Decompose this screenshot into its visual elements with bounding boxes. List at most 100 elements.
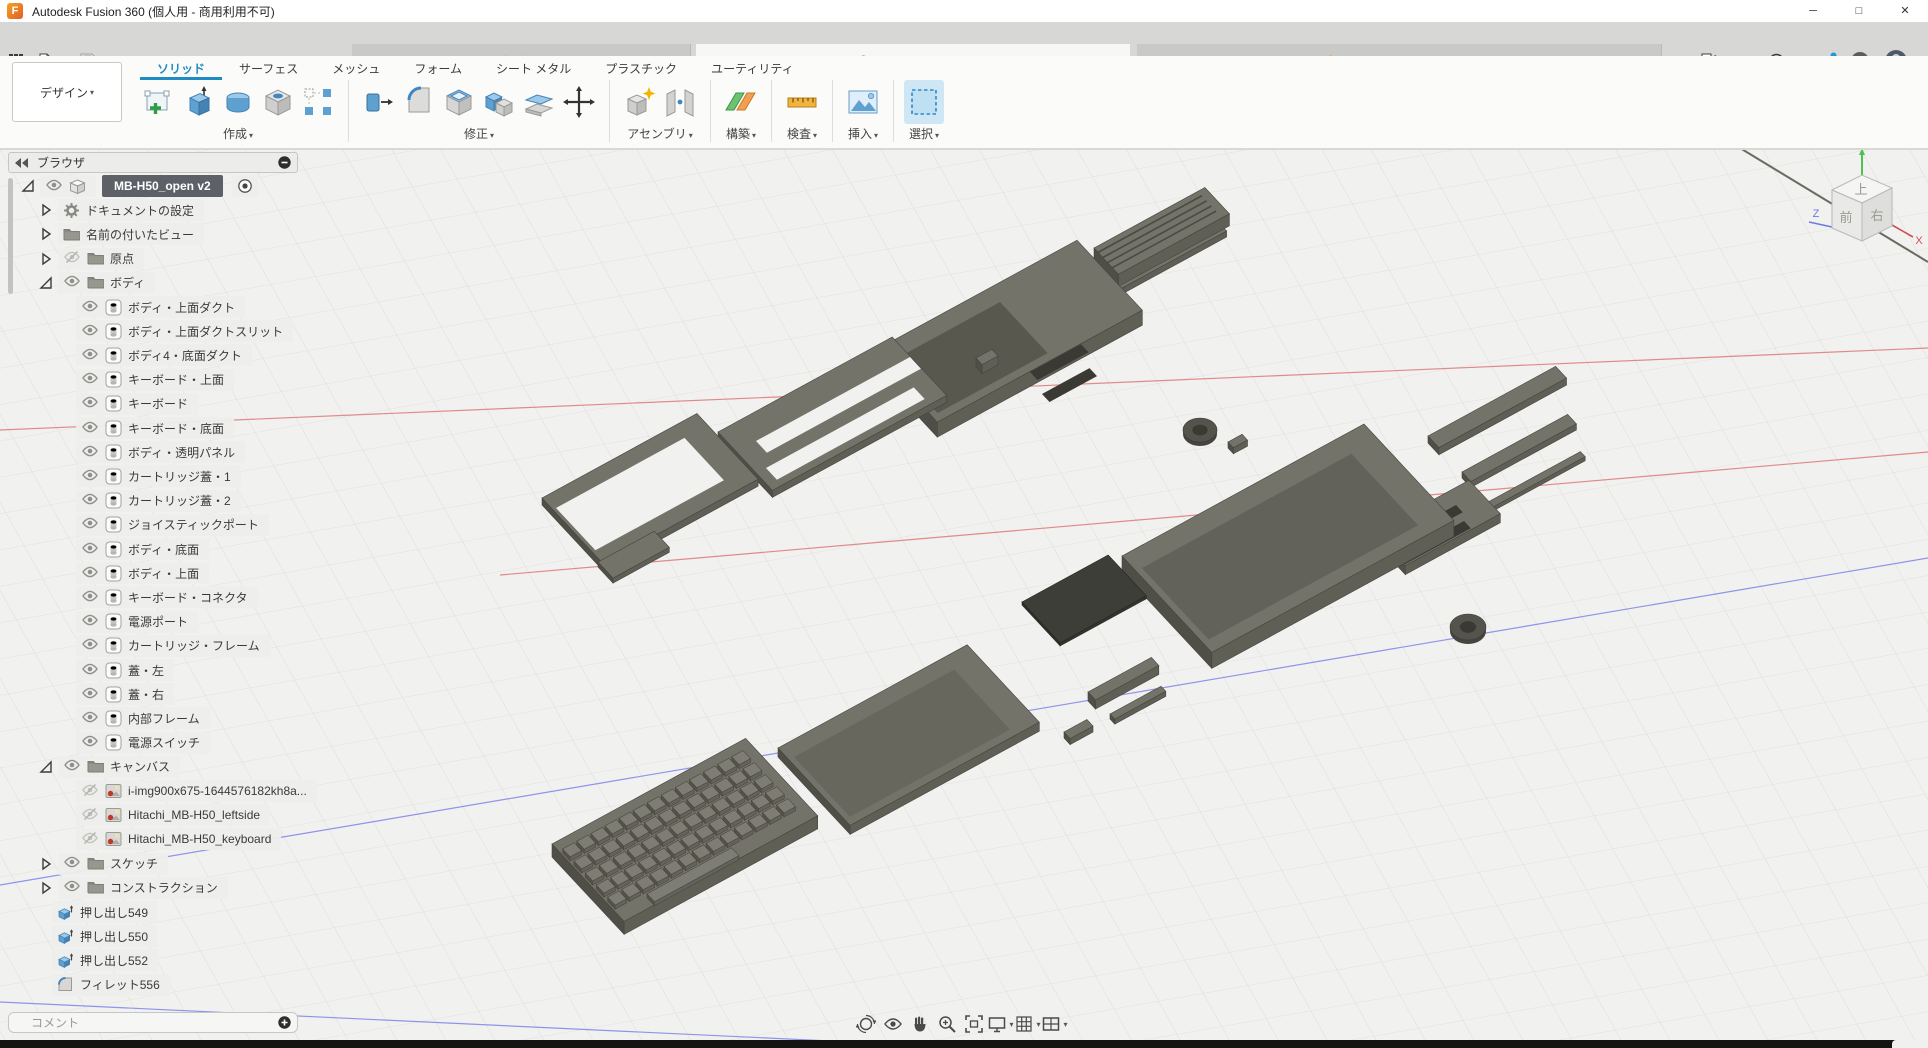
tree-node-label[interactable]: カートリッジ・フレーム xyxy=(128,637,260,654)
pan-button[interactable] xyxy=(906,1012,933,1036)
remove-panel-icon[interactable] xyxy=(278,156,291,169)
ribbon-tab-6[interactable]: プラスチック xyxy=(588,58,694,80)
extrude-icon[interactable] xyxy=(178,80,218,124)
workspace-selector[interactable]: デザイン▾ xyxy=(12,62,122,122)
tree-node-label[interactable]: キャンバス xyxy=(110,758,170,775)
ribbon-tab-4[interactable]: フォーム xyxy=(397,58,479,80)
visibility-eye-icon[interactable] xyxy=(81,830,99,849)
tree-node-label[interactable]: ジョイスティックポート xyxy=(128,516,259,533)
visibility-eye-icon[interactable] xyxy=(81,491,99,510)
ribbon-tab-3[interactable]: メッシュ xyxy=(315,58,397,80)
visibility-eye-icon[interactable] xyxy=(81,564,99,583)
visibility-eye-icon[interactable] xyxy=(81,346,99,365)
tree-node-label[interactable]: 押し出し552 xyxy=(80,952,148,969)
visibility-eye-icon[interactable] xyxy=(63,757,81,776)
tree-node-label[interactable]: キーボード・上面 xyxy=(128,371,224,388)
zoom-fit-button[interactable] xyxy=(960,1012,987,1036)
create-sketch-icon[interactable] xyxy=(138,80,178,124)
activate-component-radio[interactable] xyxy=(232,175,258,197)
group-dropdown-7[interactable]: 選択▾ xyxy=(909,125,939,143)
expander-open-icon[interactable] xyxy=(38,275,54,291)
ribbon-tab-7[interactable]: ユーティリティ xyxy=(694,58,811,80)
visibility-eye-icon[interactable] xyxy=(45,177,63,196)
tree-node-label[interactable]: ボディ4・底面ダクト xyxy=(128,347,242,364)
tree-node-label[interactable]: 名前の付いたビュー xyxy=(86,226,194,243)
visibility-eye-icon[interactable] xyxy=(81,419,99,438)
tree-node-label[interactable]: 電源スイッチ xyxy=(128,734,200,751)
expander-closed-icon[interactable] xyxy=(38,251,54,267)
visibility-eye-icon[interactable] xyxy=(81,612,99,631)
group-dropdown-4[interactable]: 構築▾ xyxy=(726,125,756,143)
tree-node-label[interactable]: ボディ・上面ダクト xyxy=(128,299,235,316)
select-icon[interactable] xyxy=(904,80,944,124)
tree-node-label[interactable]: i-img900x675-1644576182kh8a... xyxy=(128,784,307,798)
tree-node-label[interactable]: Hitachi_MB-H50_leftside xyxy=(128,808,260,822)
visibility-eye-icon[interactable] xyxy=(81,806,99,825)
tree-node-label[interactable]: ボディ・上面 xyxy=(128,565,199,582)
minimize-button[interactable]: ─ xyxy=(1790,0,1836,22)
comment-box[interactable]: コメント xyxy=(8,1012,298,1033)
group-dropdown-2[interactable]: 修正▾ xyxy=(464,125,494,143)
visibility-eye-icon[interactable] xyxy=(63,273,81,292)
press-pull-icon[interactable] xyxy=(359,80,399,124)
tree-node-label[interactable]: スケッチ xyxy=(110,855,158,872)
group-dropdown-3[interactable]: アセンブリ▾ xyxy=(627,125,692,143)
construction-plane-icon[interactable] xyxy=(721,80,761,124)
visibility-eye-icon[interactable] xyxy=(81,322,99,341)
tree-node-label[interactable]: ボディ xyxy=(110,274,145,291)
tree-node-label[interactable]: 蓋・左 xyxy=(128,662,164,679)
visibility-eye-icon[interactable] xyxy=(81,515,99,534)
visibility-eye-icon[interactable] xyxy=(63,854,81,873)
revolve-icon[interactable] xyxy=(218,80,258,124)
tree-node-label[interactable]: キーボード・コネクタ xyxy=(128,589,248,606)
visibility-eye-icon[interactable] xyxy=(81,540,99,559)
split-icon[interactable] xyxy=(519,80,559,124)
expander-closed-icon[interactable] xyxy=(38,880,54,896)
move-icon[interactable] xyxy=(559,80,599,124)
display-settings-button[interactable]: ▾ xyxy=(987,1012,1014,1036)
new-component-icon[interactable] xyxy=(620,80,660,124)
visibility-eye-icon[interactable] xyxy=(81,709,99,728)
hole-icon[interactable] xyxy=(258,80,298,124)
expander-closed-icon[interactable] xyxy=(38,856,54,872)
grid-display-button[interactable]: ▾ xyxy=(1014,1012,1041,1036)
tree-node-label[interactable]: キーボード・底面 xyxy=(128,420,224,437)
tree-node-label[interactable]: 押し出し549 xyxy=(80,904,148,921)
look-at-button[interactable] xyxy=(879,1012,906,1036)
tree-node-label[interactable]: キーボード xyxy=(128,395,188,412)
group-dropdown-5[interactable]: 検査▾ xyxy=(787,125,817,143)
tree-node-label[interactable]: 原点 xyxy=(110,250,134,267)
expander-closed-icon[interactable] xyxy=(38,226,54,242)
visibility-eye-icon[interactable] xyxy=(81,661,99,680)
zoom-button[interactable] xyxy=(933,1012,960,1036)
tree-node-label[interactable]: 押し出し550 xyxy=(80,928,148,945)
tree-node-label[interactable]: ドキュメントの設定 xyxy=(86,202,194,219)
fillet-icon[interactable] xyxy=(399,80,439,124)
visibility-eye-icon[interactable] xyxy=(81,394,99,413)
tree-node-label[interactable]: Hitachi_MB-H50_keyboard xyxy=(128,832,271,846)
visibility-eye-icon[interactable] xyxy=(81,733,99,752)
visibility-eye-icon[interactable] xyxy=(81,782,99,801)
tree-node-label[interactable]: カートリッジ蓋・1 xyxy=(128,468,231,485)
tree-node-label[interactable]: フィレット556 xyxy=(80,976,160,993)
visibility-eye-icon[interactable] xyxy=(81,370,99,389)
visibility-eye-icon[interactable] xyxy=(81,467,99,486)
visibility-eye-icon[interactable] xyxy=(81,588,99,607)
expander-open-icon[interactable] xyxy=(38,759,54,775)
insert-canvas-icon[interactable] xyxy=(843,80,883,124)
expander-closed-icon[interactable] xyxy=(38,202,54,218)
expander-open-icon[interactable] xyxy=(20,178,36,194)
tree-node-label[interactable]: ボディ・透明パネル xyxy=(128,444,235,461)
visibility-eye-icon[interactable] xyxy=(81,685,99,704)
tree-node-label[interactable]: ボディ・底面 xyxy=(128,541,199,558)
visibility-eye-icon[interactable] xyxy=(81,298,99,317)
visibility-eye-icon[interactable] xyxy=(63,878,81,897)
tree-node-label[interactable]: ボディ・上面ダクトスリット xyxy=(128,323,283,340)
visibility-eye-icon[interactable] xyxy=(63,249,81,268)
add-comment-icon[interactable] xyxy=(278,1016,291,1029)
viewports-button[interactable]: ▾ xyxy=(1041,1012,1068,1036)
measure-icon[interactable] xyxy=(782,80,822,124)
group-dropdown-1[interactable]: 作成▾ xyxy=(223,125,253,143)
visibility-eye-icon[interactable] xyxy=(81,443,99,462)
tree-node-label[interactable]: 内部フレーム xyxy=(128,710,200,727)
